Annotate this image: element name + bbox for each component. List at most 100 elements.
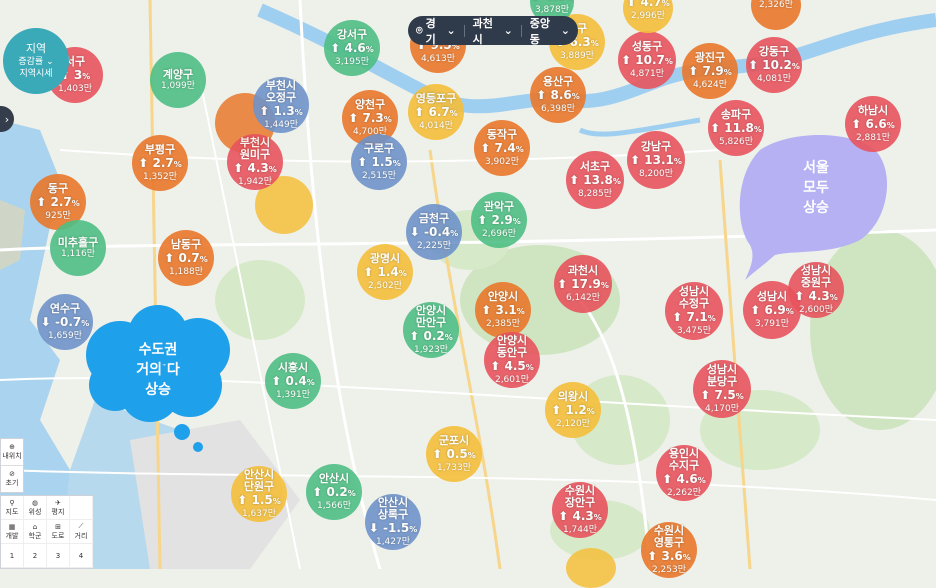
arrow-down-icon: ⬇ [409, 224, 424, 239]
arrow-up-icon: ⬆ [480, 140, 495, 155]
district-bubble[interactable]: 관악구 ⬆ 2.9% 2,696만 [471, 192, 527, 248]
district-bubble[interactable]: 성남시 분당구 ⬆ 7.5% 4,170만 [693, 360, 751, 418]
arrow-up-icon: ⬆ [414, 104, 429, 119]
district-bubble[interactable]: 영등포구 ⬆ 6.7% 4,014만 [408, 84, 464, 140]
district-change: ⬆ 4.3% [558, 509, 602, 525]
district-bubble[interactable]: 서초구 ⬆ 13.8% 8,285만 [566, 151, 624, 209]
district-change: ⬆ 0.7% [164, 251, 208, 267]
district-bubble[interactable]: 안양시 ⬆ 3.1% 2,385만 [475, 282, 531, 338]
arrow-up-icon: ⬆ [851, 116, 866, 131]
reset-button[interactable]: ⊘ 초기 [1, 465, 23, 492]
layer-button[interactable]: ⟋ 거리 [70, 520, 93, 544]
arrow-up-icon: ⬆ [363, 264, 378, 279]
district-change-value: 4.5 [504, 358, 526, 373]
layer-button[interactable]: ▦ 개발 [1, 520, 24, 544]
map-type-terrain[interactable]: ✈ 평지 [47, 496, 70, 520]
district-price: 1,391만 [275, 389, 311, 400]
district-bubble[interactable]: 남동구 ⬆ 0.7% 1,188만 [158, 230, 214, 286]
district-change: ⬆ 6.7% [414, 105, 458, 121]
arrow-up-icon: ⬆ [36, 194, 51, 209]
district-bubble[interactable]: 부천시 오정구 ⬆ 1.3% 1,449만 [253, 77, 309, 133]
dong-select[interactable]: 중앙동 ⌄ [530, 15, 570, 47]
metro-callout-line: 거의 다 [136, 362, 180, 378]
district-bubble[interactable]: 미추홀구 1,116만 [50, 220, 106, 276]
district-bubble[interactable]: 군포시 ⬆ 0.5% 1,733만 [426, 426, 482, 482]
city-select[interactable]: 과천시 ⌄ [473, 15, 513, 47]
layer-button[interactable]: 2 [24, 544, 47, 568]
layer-button[interactable]: 4 [70, 544, 93, 568]
seoul-callout-line: 모두 [803, 180, 829, 196]
layer-button[interactable]: ⌂ 학군 [24, 520, 47, 544]
district-name: 안양시 동안구 [496, 333, 528, 359]
district-bubble[interactable]: 동작구 ⬆ 7.4% 3,902만 [474, 120, 530, 176]
district-bubble[interactable]: 안산시 ⬆ 0.2% 1,566만 [306, 464, 362, 520]
percent-sign: % [515, 144, 524, 154]
chevron-down-icon: ⌄ [503, 24, 513, 37]
district-bubble[interactable]: 하남시 ⬆ 6.6% 2,881만 [845, 96, 901, 152]
metric-select[interactable]: 증감률 ⌄ [3, 56, 69, 68]
layer-button[interactable]: 1 [1, 544, 24, 568]
district-bubble[interactable]: 안양시 만안구 ⬆ 0.2% 1,923만 [403, 302, 459, 358]
plane-icon: ✈ [55, 498, 61, 507]
district-price: 1,352만 [142, 171, 178, 182]
district-bubble[interactable]: 광진구 ⬆ 7.9% 4,624만 [682, 43, 738, 99]
district-bubble[interactable]: 연수구 ⬇ -0.7% 1,659만 [37, 294, 93, 350]
district-bubble[interactable]: 시흥시 ⬆ 0.4% 1,391만 [265, 353, 321, 409]
district-bubble[interactable]: 부천시 원미구 ⬆ 4.3% 1,942만 [227, 134, 283, 190]
arrow-up-icon: ⬆ [348, 110, 363, 125]
district-bubble[interactable]: 과천시 ⬆ 17.9% 6,142만 [554, 255, 612, 313]
district-change-value: 0.2 [423, 328, 445, 343]
district-bubble[interactable]: 구로구 ⬆ 1.5% 2,515만 [351, 134, 407, 190]
district-bubble[interactable]: 성남시 중원구 ⬆ 4.3% 2,600만 [788, 262, 844, 318]
layer-button[interactable]: ⊞ 도로 [47, 520, 70, 544]
map-type-satellite[interactable]: ◍ 위성 [24, 496, 47, 520]
district-price: 8,200만 [638, 168, 674, 179]
district-bubble[interactable]: 부평구 ⬆ 2.7% 1,352만 [132, 135, 188, 191]
region-filter-panel[interactable]: 지역 증감률 ⌄ 지역시세 [3, 28, 69, 94]
district-change: ⬆ 6.6% [851, 117, 895, 133]
district-name: 의왕시 [557, 389, 589, 403]
district-bubble[interactable]: 금천구 ⬇ -0.4% 2,225만 [406, 204, 462, 260]
province-select[interactable]: ⌾ 경기 ⌄ [416, 15, 456, 47]
map-type-map[interactable]: ⚲ 지도 [1, 496, 24, 520]
district-name: 서초구 [579, 159, 611, 173]
layer-label: 1 [9, 551, 15, 560]
region-selector-bar[interactable]: ⌾ 경기 ⌄ 과천시 ⌄ 중앙동 ⌄ [408, 15, 578, 47]
district-change: ⬆ 17.9% [557, 277, 609, 293]
district-name: 안산시 상록구 [377, 495, 409, 521]
district-price: 4,624만 [692, 79, 728, 90]
arrow-down-icon: ⬇ [368, 520, 383, 535]
reset-label: 초기 [5, 479, 19, 487]
district-bubble[interactable]: 강서구 ⬆ 4.6% 3,195만 [324, 20, 380, 76]
district-bubble[interactable]: 수원시 영통구 ⬆ 3.6% 2,253만 [641, 522, 697, 578]
district-name: 수원시 영통구 [653, 523, 685, 549]
district-bubble[interactable]: 용인시 수지구 ⬆ 4.6% 2,262만 [656, 445, 712, 501]
district-change-value: 2.9 [491, 212, 513, 227]
layer-button[interactable]: 3 [47, 544, 70, 568]
district-bubble[interactable]: 성남시 수정구 ⬆ 7.1% 3,475만 [665, 282, 723, 340]
district-change: ⬇ -1.5% [369, 521, 418, 537]
arrow-up-icon: ⬆ [138, 155, 153, 170]
arrow-up-icon: ⬆ [630, 152, 645, 167]
district-name: 광진구 [694, 50, 726, 64]
district-bubble[interactable]: 의왕시 ⬆ 1.2% 2,120만 [545, 382, 601, 438]
district-bubble[interactable]: 용산구 ⬆ 8.6% 6,398만 [530, 67, 586, 123]
district-bubble[interactable]: 송파구 ⬆ 11.8% 5,826만 [708, 100, 764, 156]
district-bubble[interactable]: 안양시 동안구 ⬆ 4.5% 2,601만 [484, 332, 540, 388]
district-bubble[interactable]: 성동구 ⬆ 10.7% 4,871만 [618, 31, 676, 89]
district-bubble[interactable]: 안산시 상록구 ⬇ -1.5% 1,427만 [365, 494, 421, 550]
district-price: 2,881만 [855, 132, 891, 143]
district-bubble[interactable]: 수원시 장안구 ⬆ 4.3% 1,744만 [552, 482, 608, 538]
district-bubble[interactable]: 안산시 단원구 ⬆ 1.5% 1,637만 [231, 466, 287, 522]
my-location-button[interactable]: ⊕ 내위치 [1, 439, 23, 465]
district-bubble[interactable]: 계양구 1,099만 [150, 52, 206, 108]
district-change: ⬆ 4.6% [662, 472, 706, 488]
district-change: ⬆ 6.9% [750, 303, 794, 319]
district-name: 강동구 [758, 44, 790, 58]
district-change-value: 1.5 [251, 492, 273, 507]
percent-sign: % [753, 124, 762, 134]
district-bubble[interactable]: 강동구 ⬆ 10.2% 4,081만 [746, 37, 802, 93]
district-bubble[interactable]: 강남구 ⬆ 13.1% 8,200만 [627, 131, 685, 189]
district-bubble[interactable]: 광명시 ⬆ 1.4% 2,502만 [357, 244, 413, 300]
percent-sign: % [707, 313, 716, 323]
